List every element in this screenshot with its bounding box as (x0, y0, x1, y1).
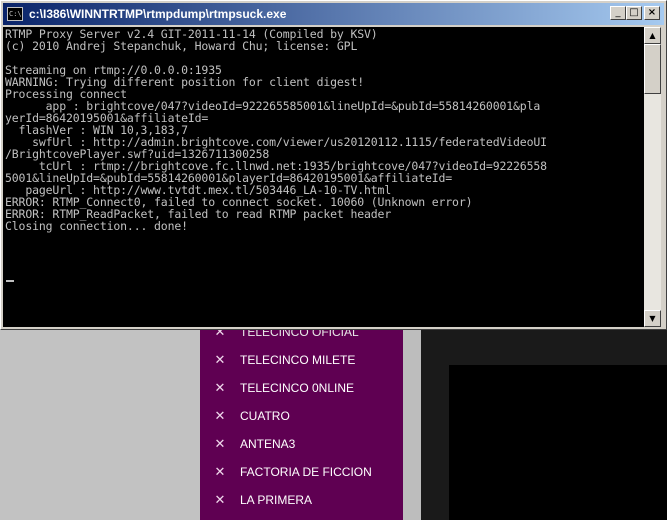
menu-item-antena3[interactable]: ✕ ANTENA3 (200, 430, 403, 458)
scroll-thumb[interactable] (644, 44, 661, 94)
bullet-icon: ✕ (214, 352, 226, 368)
bullet-icon: ✕ (214, 408, 226, 424)
desktop-background (0, 330, 200, 520)
console-text: RTMP Proxy Server v2.4 GIT-2011-11-14 (C… (5, 28, 547, 232)
menu-item-label: TELECINCO MILETE (240, 353, 356, 367)
video-player[interactable] (449, 365, 667, 520)
menu-item-label: FACTORIA DE FICCION (240, 465, 372, 479)
minimize-button[interactable]: _ (610, 6, 626, 20)
console-line: Closing connection... done! (5, 219, 188, 233)
menu-item-factoria-de-ficcion[interactable]: ✕ FACTORIA DE FICCION (200, 458, 403, 486)
bullet-icon: ✕ (214, 492, 226, 508)
bullet-icon: ✕ (214, 380, 226, 396)
menu-item-label: ANTENA3 (240, 437, 296, 451)
menu-item-label: LA PRIMERA (240, 493, 313, 507)
console-app-icon[interactable]: C:\ (7, 7, 23, 21)
menu-item-label: CUATRO (240, 409, 290, 423)
bullet-icon: ✕ (214, 464, 226, 480)
vertical-scrollbar[interactable]: ▲ ▼ (644, 27, 661, 327)
bullet-icon: ✕ (214, 436, 226, 452)
maximize-button[interactable]: □ (626, 6, 642, 20)
console-output[interactable]: RTMP Proxy Server v2.4 GIT-2011-11-14 (C… (3, 27, 644, 327)
title-bar[interactable]: C:\ c:\I386\WINNTRTMP\rtmpdump\rtmpsuck.… (3, 3, 664, 25)
text-cursor (6, 280, 14, 282)
scroll-up-icon[interactable]: ▲ (644, 27, 661, 44)
scroll-down-icon[interactable]: ▼ (644, 310, 661, 327)
menu-item-la-primera[interactable]: ✕ LA PRIMERA (200, 486, 403, 514)
menu-item-telecinco-online[interactable]: ✕ TELECINCO 0NLINE (200, 374, 403, 402)
window-title: c:\I386\WINNTRTMP\rtmpdump\rtmpsuck.exe (29, 7, 287, 21)
menu-panel-border (403, 318, 421, 520)
menu-item-cuatro[interactable]: ✕ CUATRO (200, 402, 403, 430)
close-button[interactable]: × (644, 6, 660, 20)
menu-item-label: TELECINCO 0NLINE (240, 381, 355, 395)
console-window[interactable]: C:\ c:\I386\WINNTRTMP\rtmpdump\rtmpsuck.… (0, 0, 667, 330)
menu-item-telecinco-milete[interactable]: ✕ TELECINCO MILETE (200, 346, 403, 374)
console-line: (c) 2010 Andrej Stepanchuk, Howard Chu; … (5, 39, 358, 53)
